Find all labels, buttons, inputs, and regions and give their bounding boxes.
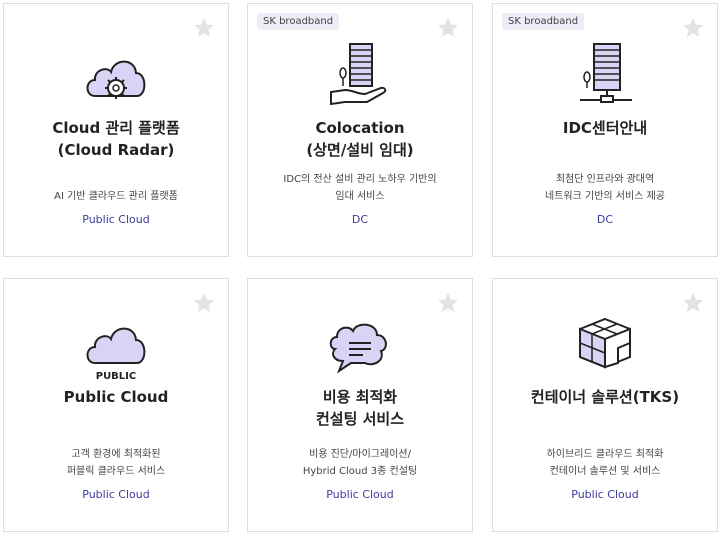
- card-category: DC: [351, 213, 369, 226]
- card-description: IDC의 전산 설비 관리 노하우 기반의 임대 서비스: [283, 174, 437, 202]
- favorite-star-icon[interactable]: [681, 16, 705, 40]
- service-card-container-tks[interactable]: 컨테이너 솔루션(TKS) 하이브리드 클라우드 최적화 컨테이너 솔루션 및 …: [492, 278, 718, 532]
- favorite-star-icon[interactable]: [681, 291, 705, 315]
- favorite-star-icon[interactable]: [436, 291, 460, 315]
- public-cloud-icon: PUBLIC: [86, 327, 146, 382]
- card-category: DC: [596, 213, 614, 226]
- card-title: Colocation (상면/설비 임대): [306, 119, 414, 159]
- card-title: IDC센터안내: [562, 119, 648, 137]
- service-card-cloud-radar[interactable]: Cloud 관리 플랫폼 (Cloud Radar) AI 기반 클라우드 관리…: [3, 3, 229, 257]
- cloud-gear-icon: [86, 60, 146, 99]
- card-description: 비용 진단/마이그레이션/ Hybrid Cloud 3종 컨설팅: [302, 449, 418, 477]
- card-description: 고객 환경에 최적화된 퍼블릭 클라우드 서비스: [66, 449, 166, 477]
- card-title: Cloud 관리 플랫폼 (Cloud Radar): [52, 119, 180, 159]
- card-description: 하이브리드 클라우드 최적화 컨테이너 솔루션 및 서비스: [546, 449, 664, 477]
- building-hand-icon: [330, 43, 387, 106]
- building-network-icon: [580, 43, 632, 103]
- card-title: Public Cloud: [63, 388, 169, 406]
- favorite-star-icon[interactable]: [192, 291, 216, 315]
- favorite-star-icon[interactable]: [436, 16, 460, 40]
- card-category: Public Cloud: [326, 488, 394, 501]
- card-category: Public Cloud: [571, 488, 639, 501]
- service-card-public-cloud[interactable]: PUBLIC Public Cloud 고객 환경에 최적화된 퍼블릭 클라우드…: [3, 278, 229, 532]
- cloud-icon-label: PUBLIC: [96, 371, 137, 382]
- cubes-icon: [579, 317, 631, 369]
- provider-badge: SK broadband: [502, 13, 585, 30]
- chat-bubble-icon: [329, 323, 387, 374]
- service-card-idc-center[interactable]: SK broadband IDC센터안내 최첨단 인프라와 광대역 네트워크 기…: [492, 3, 718, 257]
- card-description: 최첨단 인프라와 광대역 네트워크 기반의 서비스 제공: [545, 174, 665, 202]
- card-category: Public Cloud: [82, 488, 150, 501]
- service-card-colocation[interactable]: SK broadband Colocation (상면/설비 임대) IDC의 …: [247, 3, 473, 257]
- card-title: 비용 최적화 컨설팅 서비스: [315, 388, 405, 428]
- card-title: 컨테이너 솔루션(TKS): [530, 388, 680, 406]
- favorite-star-icon[interactable]: [192, 16, 216, 40]
- card-description: AI 기반 클라우드 관리 플랫폼: [54, 191, 178, 202]
- service-card-cost-consulting[interactable]: 비용 최적화 컨설팅 서비스 비용 진단/마이그레이션/ Hybrid Clou…: [247, 278, 473, 532]
- card-category: Public Cloud: [82, 213, 150, 226]
- provider-badge: SK broadband: [257, 13, 340, 30]
